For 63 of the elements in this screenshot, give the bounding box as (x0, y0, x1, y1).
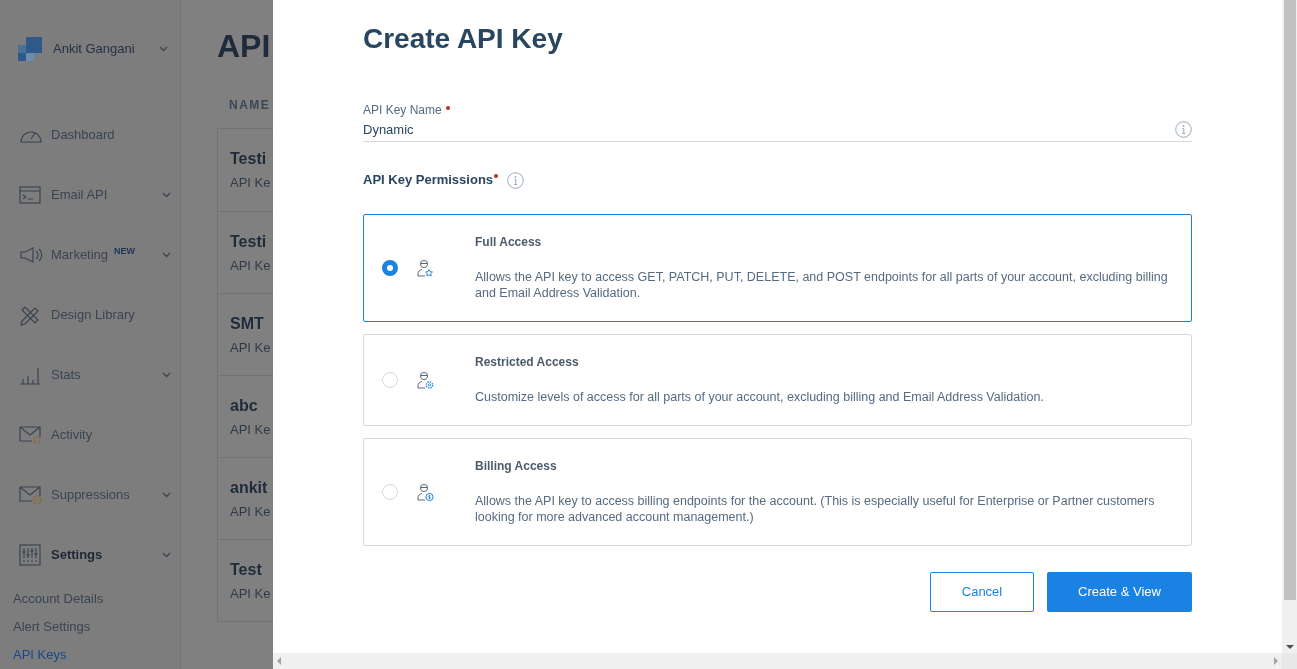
option-title: Full Access (475, 235, 543, 249)
left-arrow-icon[interactable] (276, 657, 282, 665)
envelope-block-icon (19, 485, 43, 505)
sidebar-link[interactable]: API Keys (13, 641, 180, 669)
bar-chart-icon (19, 365, 41, 385)
dialog-title: Create API Key (363, 22, 564, 56)
page-title: API (217, 27, 272, 66)
megaphone-icon (19, 246, 43, 264)
key-name: ankit (230, 477, 269, 498)
sidebar-item[interactable]: Email API (0, 165, 180, 225)
key-type: API Ke (230, 338, 272, 357)
key-name: Testi (230, 231, 268, 252)
sidebar-link[interactable]: Alert Settings (13, 613, 180, 641)
chevron-down-icon (158, 45, 168, 52)
key-name: SMT (230, 313, 265, 334)
right-arrow-icon[interactable] (1273, 657, 1279, 665)
user-star-icon (415, 258, 434, 278)
sidebar-link[interactable]: Account Details (13, 585, 180, 613)
key-name: abc (230, 395, 259, 416)
permission-option[interactable]: Full Access Allows the API key to access GET, PATCH, PUT, DELETE, and POST endpoints for all parts of your account, excluding billing and Email Address Validation. (363, 214, 1192, 322)
key-name: Test (230, 559, 263, 580)
input-field[interactable]: Dynamic (363, 119, 1175, 140)
radio-button[interactable] (382, 260, 398, 276)
sidebar-item[interactable]: Design Library (0, 285, 180, 345)
cancel-button[interactable]: Cancel (930, 572, 1034, 612)
create-button[interactable]: Create & View (1047, 572, 1192, 612)
logo-icon (17, 35, 43, 62)
radio-button[interactable] (382, 372, 398, 388)
permission-option[interactable]: Billing Access Allows the API key to access billing endpoints for the account. (This is especially useful for Enterprise or Partner customers looking for more advanced account management.) (363, 438, 1192, 546)
key-name: Testi (230, 149, 268, 170)
option-title: Billing Access (475, 459, 558, 473)
sidebar-item[interactable]: Activity (0, 405, 180, 465)
permission-option[interactable]: Restricted Access Customize levels of access for all parts of your account, excluding billing and Email Address Validation. (363, 334, 1192, 426)
column-header: NAME (229, 97, 271, 114)
scrollbar-thumb[interactable] (1283, 0, 1296, 600)
sidebar-item[interactable]: Dashboard (0, 105, 180, 165)
key-type: API Ke (230, 502, 272, 521)
key-type: API Ke (230, 420, 272, 439)
key-type: API Ke (230, 256, 272, 275)
envelope-search-icon (19, 425, 43, 445)
sidebar-item[interactable]: Stats (0, 345, 180, 405)
sidebar-item[interactable]: Settings (0, 525, 180, 585)
option-description: Allows the API key to access GET, PATCH, PUT, DELETE, and POST endpoints for all parts of your account, excluding billing and Email Address Validation. (475, 269, 1169, 301)
option-description: Allows the API key to access billing endpoints for the account. (This is especially useful for Enterprise or Partner customers looking for more advanced account management.) (475, 493, 1156, 525)
pencil-ruler-icon (19, 304, 41, 326)
user-gear-icon (415, 370, 434, 390)
section-label: API Key Permissions (363, 171, 494, 190)
sidebar-item[interactable]: Suppressions (0, 465, 180, 525)
terminal-window-icon (19, 186, 41, 204)
user-dollar-icon (415, 482, 434, 502)
radio-button[interactable] (382, 484, 398, 500)
option-description: Customize levels of access for all parts of your account, excluding billing and Email Address Validation. (475, 389, 1044, 405)
info-icon[interactable] (507, 171, 525, 189)
sliders-icon (19, 544, 41, 566)
account-menu[interactable]: Ankit Gangani (53, 38, 168, 59)
field-label: API Key Name (363, 102, 442, 119)
down-arrow-icon[interactable] (1285, 645, 1294, 650)
option-title: Restricted Access (475, 355, 580, 369)
key-type: API Ke (230, 174, 272, 193)
sidebar-item[interactable]: Marketing NEW (0, 225, 180, 285)
key-type: API Ke (230, 584, 272, 603)
info-icon[interactable] (1175, 121, 1192, 138)
new-label: NEW (114, 245, 136, 259)
